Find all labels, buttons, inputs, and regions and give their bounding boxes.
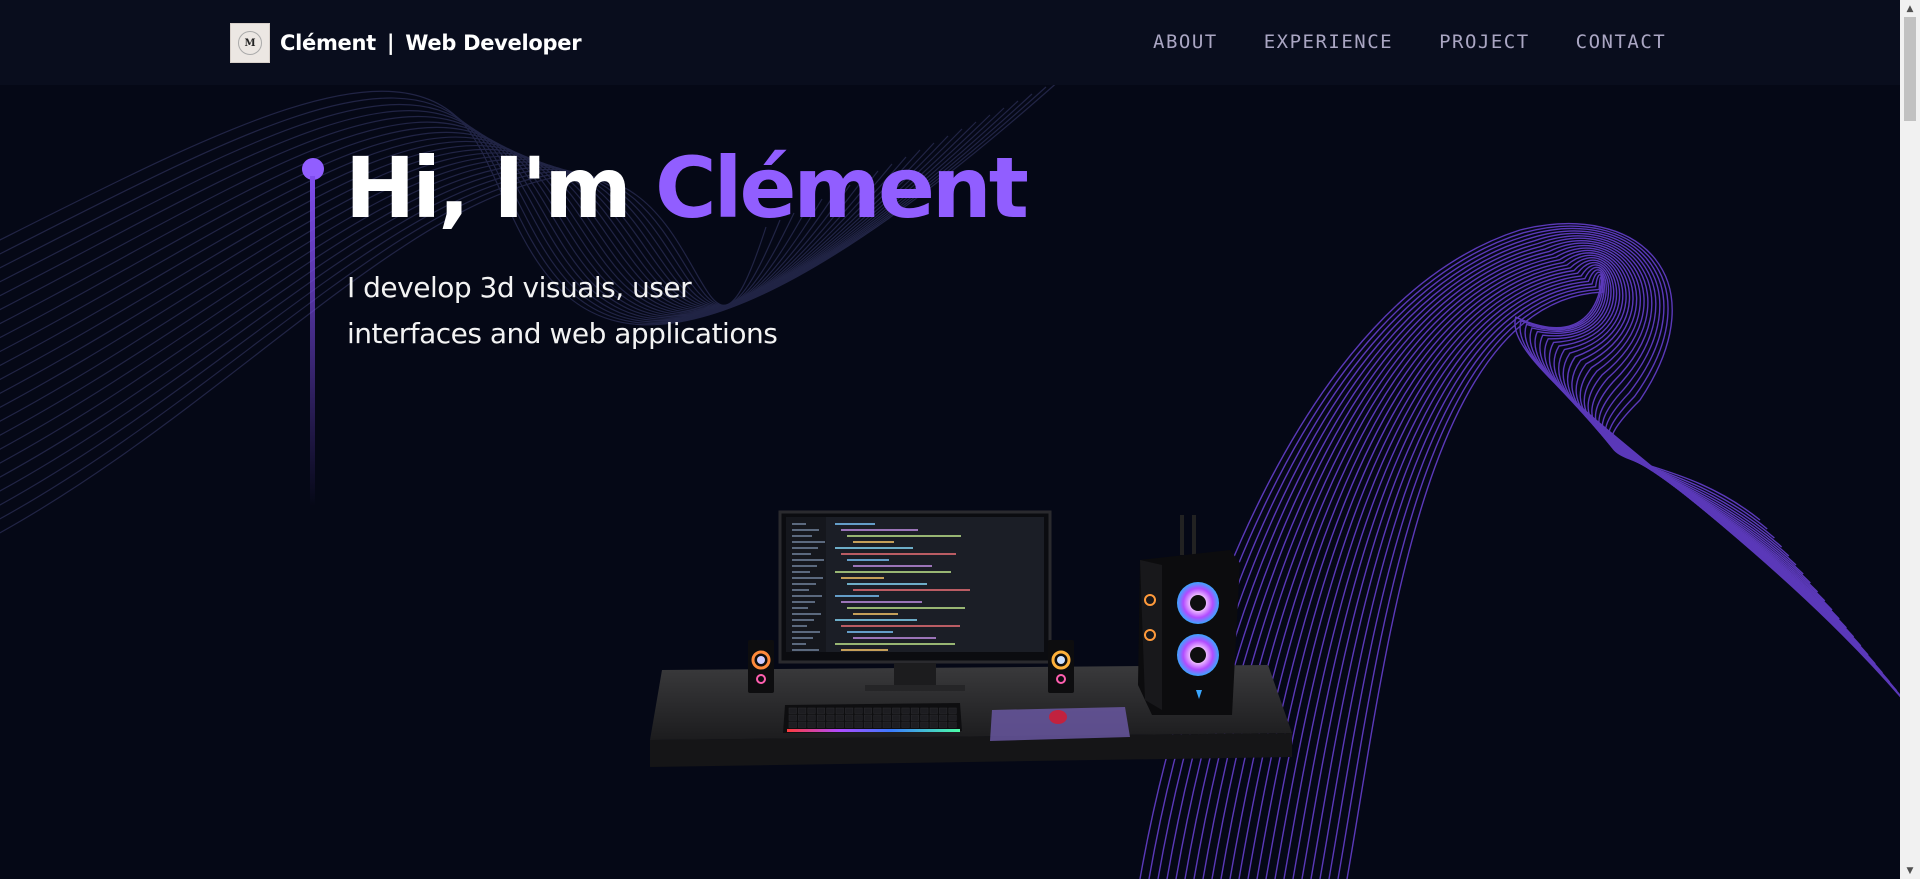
page: M Clément | Web Developer ABOUT EXPERIEN… (0, 0, 1900, 879)
hero-vertical-line (310, 176, 315, 506)
nav-link-project[interactable]: PROJECT (1439, 31, 1530, 53)
brand-name: Clément (280, 31, 376, 55)
nav-links: ABOUT EXPERIENCE PROJECT CONTACT (1153, 31, 1712, 53)
pc-tower (1138, 515, 1240, 715)
hero-name: Clément (655, 139, 1029, 237)
hero-subtitle-line2: interfaces and web applications (347, 317, 778, 350)
desk-setup-3d-model[interactable] (640, 505, 1320, 775)
brand-link[interactable]: M Clément | Web Developer (230, 23, 582, 63)
scroll-down-arrow-icon[interactable]: ▼ (1900, 862, 1920, 879)
logo-letter: M (238, 31, 262, 55)
right-speaker (1048, 640, 1074, 693)
navbar: M Clément | Web Developer ABOUT EXPERIEN… (0, 0, 1900, 85)
brand-separator: | (386, 31, 395, 55)
monitor (778, 510, 1052, 691)
keyboard (783, 703, 962, 733)
left-speaker (748, 640, 774, 693)
nav-link-experience[interactable]: EXPERIENCE (1264, 31, 1393, 53)
brand-role: Web Developer (405, 31, 582, 55)
nav-link-about[interactable]: ABOUT (1153, 31, 1218, 53)
hero-subtitle: I develop 3d visuals, user interfaces an… (347, 265, 907, 357)
hero-greeting: Hi, I'm (345, 139, 655, 237)
brand-title: Clément | Web Developer (280, 31, 582, 55)
vertical-scrollbar[interactable]: ▲ ▼ (1900, 0, 1920, 879)
nav-link-contact[interactable]: CONTACT (1576, 31, 1667, 53)
logo-icon: M (230, 23, 270, 63)
hero-title: Hi, I'm Clément (345, 146, 1029, 230)
scroll-thumb[interactable] (1904, 17, 1916, 121)
hero-subtitle-line1: I develop 3d visuals, user (347, 271, 692, 304)
scroll-up-arrow-icon[interactable]: ▲ (1900, 0, 1920, 17)
mouse-pad (990, 707, 1130, 741)
